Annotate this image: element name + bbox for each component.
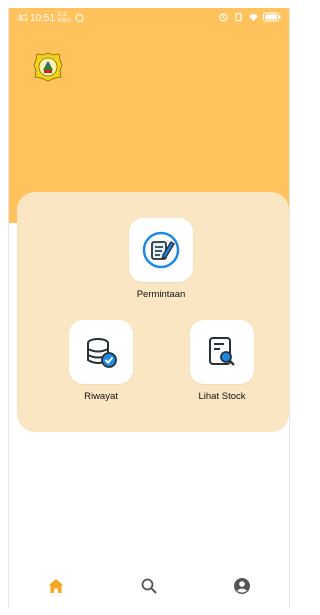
nav-search-button[interactable] [133,570,165,602]
menu-item-permintaan[interactable]: Permintaan [129,218,193,300]
menu-tile-riwayat[interactable] [69,320,133,384]
menu-item-lihat-stock[interactable]: Lihat Stock [190,320,254,402]
battery-icon [263,12,281,22]
signal-label: 4G [17,13,28,23]
home-icon [48,579,64,593]
menu-label-lihat-stock: Lihat Stock [198,391,246,402]
status-bar: 4G 10:51 0.2 KB/s [9,8,289,30]
menu-tile-lihat-stock[interactable] [190,320,254,384]
alarm-icon [219,13,228,22]
notification-icon [75,14,84,22]
network-speed-unit: KB/s [58,18,71,24]
bottom-nav [9,564,289,608]
wifi-icon [248,14,259,22]
menu-label-permintaan: Permintaan [136,289,186,300]
nav-home-button[interactable] [40,570,72,602]
status-left: 4G 10:51 0.2 KB/s [17,12,85,24]
network-speed: 0.2 KB/s [58,12,71,24]
search-icon [141,578,157,594]
header-background [9,8,289,223]
edit-document-icon [142,231,180,269]
status-right [218,12,281,22]
app-screen: 4G 10:51 0.2 KB/s Permintaan Riwayat Lih… [8,8,290,608]
nav-account-button[interactable] [226,570,258,602]
document-search-icon [209,337,235,366]
database-check-icon [87,338,117,368]
bluetooth-icon [235,12,242,22]
menu-label-riwayat: Riwayat [84,391,118,402]
menu-tile-permintaan[interactable] [129,218,193,282]
menu-item-riwayat[interactable]: Riwayat [69,320,133,402]
status-time: 10:51 [30,12,56,24]
account-icon [234,578,251,594]
university-crest-icon [33,52,63,82]
